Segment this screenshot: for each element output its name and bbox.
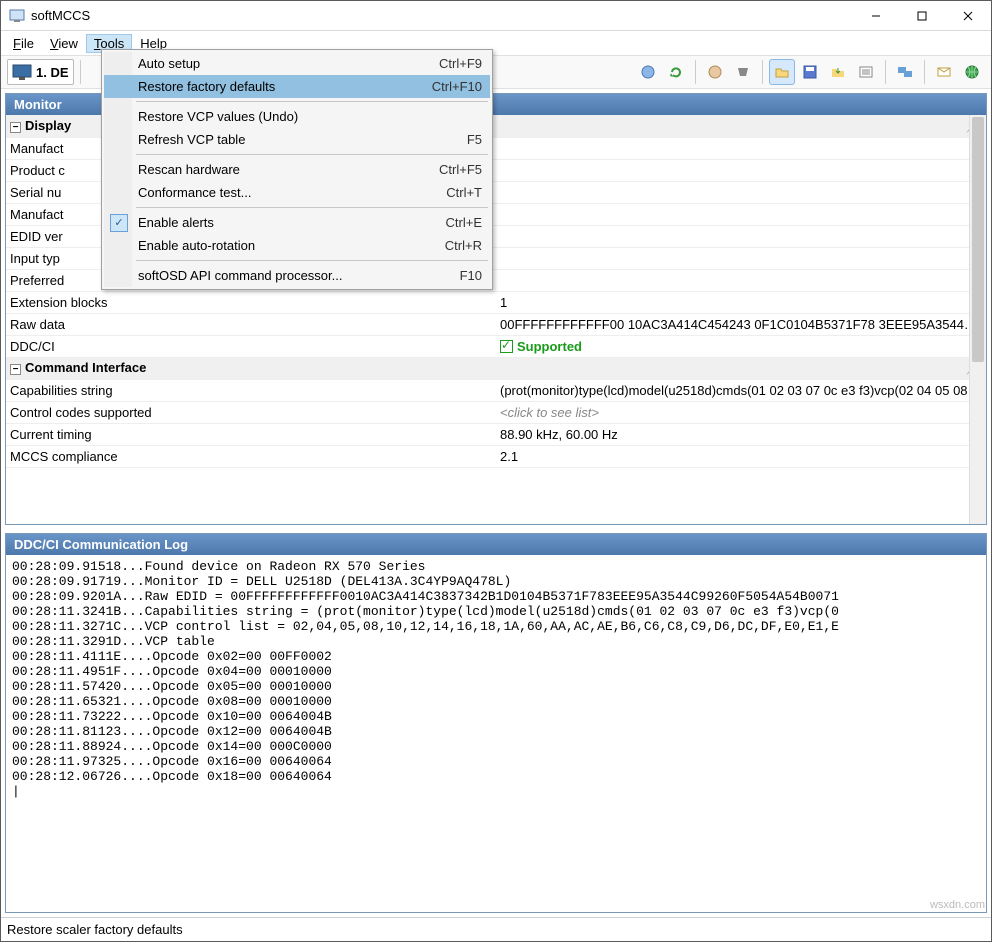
menu-item-label: Refresh VCP table <box>138 132 245 147</box>
property-value[interactable] <box>496 181 986 203</box>
property-row[interactable]: MCCS compliance2.1 <box>6 445 986 467</box>
menu-item-softosd-api-command-processor[interactable]: softOSD API command processor... F10 <box>104 264 490 287</box>
property-row[interactable]: Current timing88.90 kHz, 60.00 Hz <box>6 423 986 445</box>
toolbar-separator <box>885 60 886 84</box>
toolbar-button[interactable] <box>635 59 661 85</box>
mail-button[interactable] <box>931 59 957 85</box>
property-row[interactable]: Extension blocks1 <box>6 291 986 313</box>
menu-file[interactable]: File <box>5 34 42 53</box>
monitor-selector-label: 1. DE <box>36 65 69 80</box>
menu-item-enable-alerts[interactable]: ✓ Enable alerts Ctrl+E <box>104 211 490 234</box>
property-value[interactable]: (prot(monitor)type(lcd)model(u2518d)cmds… <box>496 379 986 401</box>
window-title: softMCCS <box>31 8 853 23</box>
menu-item-label: Auto setup <box>138 56 200 71</box>
property-key: Current timing <box>6 423 496 445</box>
menu-item-label: Enable auto-rotation <box>138 238 255 253</box>
list-button[interactable] <box>853 59 879 85</box>
watermark: wsxdn.com <box>930 899 985 911</box>
property-value[interactable] <box>496 247 986 269</box>
menu-item-label: Restore factory defaults <box>138 79 275 94</box>
menu-item-shortcut: Ctrl+F9 <box>439 56 482 71</box>
property-key: Raw data <box>6 313 496 335</box>
property-value[interactable]: Supported <box>496 335 986 357</box>
scrollbar-vertical[interactable] <box>969 115 986 524</box>
property-value[interactable]: 00FFFFFFFFFFFF00 10AC3A414C454243 0F1C01… <box>496 313 986 335</box>
property-value[interactable]: 88.90 kHz, 60.00 Hz <box>496 423 986 445</box>
checkbox-icon <box>500 340 513 353</box>
toolbar-separator <box>924 60 925 84</box>
app-window: softMCCS FileViewToolsHelp 1. DE <box>0 0 992 942</box>
menu-item-shortcut: F10 <box>460 268 482 283</box>
toolbar-separator <box>80 60 81 84</box>
menu-item-label: Restore VCP values (Undo) <box>138 109 298 124</box>
menu-item-label: Conformance test... <box>138 185 251 200</box>
menu-item-shortcut: Ctrl+F5 <box>439 162 482 177</box>
minimize-button[interactable] <box>853 1 899 31</box>
menu-item-label: softOSD API command processor... <box>138 268 342 283</box>
property-value[interactable]: 1 <box>496 291 986 313</box>
menu-item-restore-factory-defaults[interactable]: Restore factory defaults Ctrl+F10 <box>104 75 490 98</box>
globe-button[interactable] <box>959 59 985 85</box>
property-value[interactable] <box>496 159 986 181</box>
toolbar-separator <box>762 60 763 84</box>
property-row[interactable]: DDC/CISupported <box>6 335 986 357</box>
toolbar-button[interactable] <box>702 59 728 85</box>
property-row[interactable]: Control codes supported<click to see lis… <box>6 401 986 423</box>
menu-item-refresh-vcp-table[interactable]: Refresh VCP table F5 <box>104 128 490 151</box>
collapse-icon[interactable]: − <box>10 122 21 133</box>
property-value[interactable]: 2.1 <box>496 445 986 467</box>
property-key: DDC/CI <box>6 335 496 357</box>
toolbar-separator <box>695 60 696 84</box>
statusbar-text: Restore scaler factory defaults <box>7 922 183 937</box>
menu-view[interactable]: View <box>42 34 86 53</box>
property-value[interactable] <box>496 137 986 159</box>
log-text[interactable]: 00:28:09.91518...Found device on Radeon … <box>6 555 986 912</box>
collapse-icon[interactable]: − <box>10 364 21 375</box>
refresh-button[interactable] <box>663 59 689 85</box>
property-key: MCCS compliance <box>6 445 496 467</box>
tools-dropdown: Auto setup Ctrl+F9 Restore factory default… <box>101 49 493 290</box>
log-pane: DDC/CI Communication Log 00:28:09.91518.… <box>5 533 987 913</box>
property-value[interactable] <box>496 225 986 247</box>
menu-item-auto-setup[interactable]: Auto setup Ctrl+F9 <box>104 52 490 75</box>
toolbar-button[interactable] <box>730 59 756 85</box>
menu-item-enable-auto-rotation[interactable]: Enable auto-rotation Ctrl+R <box>104 234 490 257</box>
maximize-button[interactable] <box>899 1 945 31</box>
property-value[interactable]: <click to see list> <box>496 401 986 423</box>
property-key: Control codes supported <box>6 401 496 423</box>
property-key: Capabilities string <box>6 379 496 401</box>
menu-item-shortcut: Ctrl+E <box>446 215 482 230</box>
close-button[interactable] <box>945 1 991 31</box>
check-icon: ✓ <box>110 214 128 232</box>
property-row[interactable]: Raw data00FFFFFFFFFFFF00 10AC3A414C45424… <box>6 313 986 335</box>
import-button[interactable] <box>825 59 851 85</box>
titlebar: softMCCS <box>1 1 991 31</box>
monitor-selector[interactable]: 1. DE <box>7 59 74 85</box>
menu-separator <box>136 260 488 261</box>
menu-separator <box>136 101 488 102</box>
menu-item-shortcut: Ctrl+T <box>446 185 482 200</box>
monitor-icon <box>12 62 32 82</box>
property-value[interactable] <box>496 203 986 225</box>
statusbar: Restore scaler factory defaults <box>1 917 991 941</box>
menu-item-label: Rescan hardware <box>138 162 240 177</box>
displays-button[interactable] <box>892 59 918 85</box>
app-icon <box>9 8 25 24</box>
property-group-header[interactable]: −Command Interface📌 <box>6 357 986 379</box>
property-key: Extension blocks <box>6 291 496 313</box>
menu-item-shortcut: F5 <box>467 132 482 147</box>
menu-separator <box>136 154 488 155</box>
menu-item-restore-vcp-values-undo[interactable]: Restore VCP values (Undo) <box>104 105 490 128</box>
menu-item-rescan-hardware[interactable]: Rescan hardware Ctrl+F5 <box>104 158 490 181</box>
menu-item-shortcut: Ctrl+R <box>445 238 482 253</box>
open-button[interactable] <box>769 59 795 85</box>
save-button[interactable] <box>797 59 823 85</box>
menu-item-shortcut: Ctrl+F10 <box>432 79 482 94</box>
property-row[interactable]: Capabilities string(prot(monitor)type(lc… <box>6 379 986 401</box>
menu-separator <box>136 207 488 208</box>
property-value[interactable] <box>496 269 986 291</box>
menu-item-label: Enable alerts <box>138 215 214 230</box>
menu-item-conformance-test[interactable]: Conformance test... Ctrl+T <box>104 181 490 204</box>
log-pane-header: DDC/CI Communication Log <box>6 534 986 555</box>
